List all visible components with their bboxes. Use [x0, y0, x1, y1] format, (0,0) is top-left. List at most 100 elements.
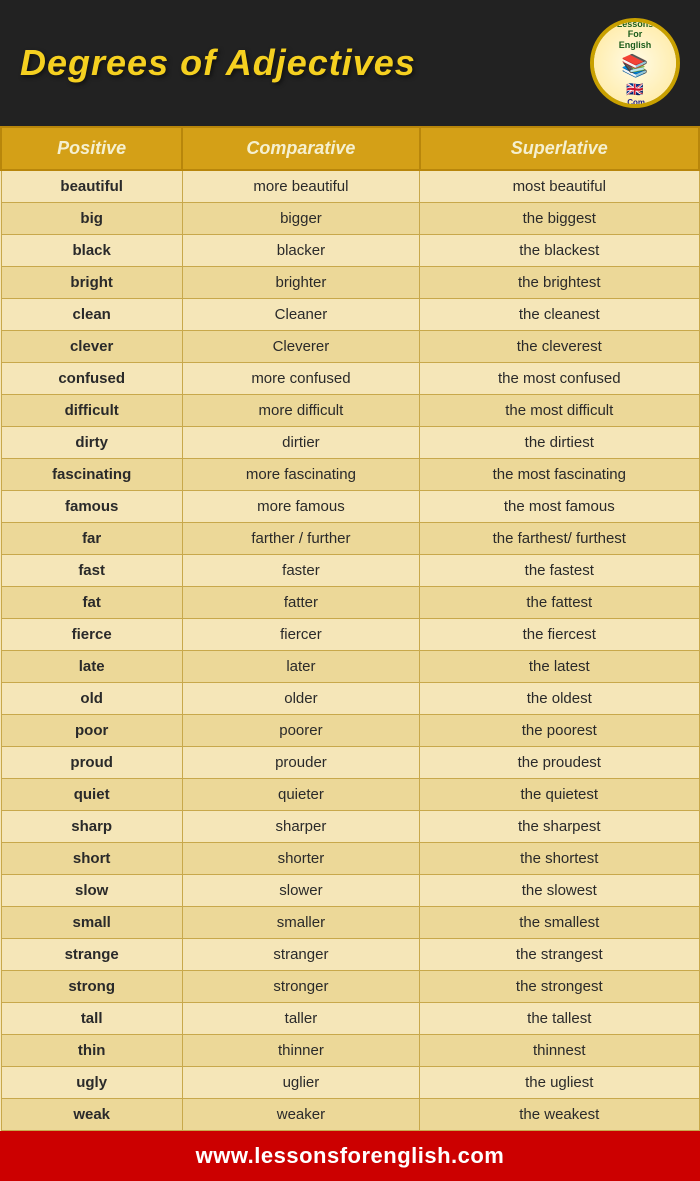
table-row: smallsmallerthe smallest: [1, 907, 699, 939]
table-row: quietquieterthe quietest: [1, 779, 699, 811]
positive-cell: fascinating: [1, 459, 182, 491]
positive-cell: fierce: [1, 619, 182, 651]
comparative-cell: faster: [182, 555, 419, 587]
superlative-cell: thinnest: [420, 1035, 699, 1067]
superlative-cell: the most difficult: [420, 395, 699, 427]
page-title: Degrees of Adjectives: [20, 42, 416, 84]
superlative-cell: the oldest: [420, 683, 699, 715]
superlative-cell: the ugliest: [420, 1067, 699, 1099]
table-row: proudprouderthe proudest: [1, 747, 699, 779]
table-wrapper: Positive Comparative Superlative beautif…: [0, 126, 700, 1131]
table-row: dirtydirtierthe dirtiest: [1, 427, 699, 459]
table-row: cleanCleanerthe cleanest: [1, 299, 699, 331]
superlative-cell: the shortest: [420, 843, 699, 875]
table-row: bigbiggerthe biggest: [1, 203, 699, 235]
table-row: fastfasterthe fastest: [1, 555, 699, 587]
comparative-cell: fatter: [182, 587, 419, 619]
superlative-cell: the most confused: [420, 363, 699, 395]
superlative-cell: most beautiful: [420, 170, 699, 203]
comparative-cell: weaker: [182, 1099, 419, 1131]
main-container: Degrees of Adjectives LessonsForEnglish …: [0, 0, 700, 1181]
superlative-cell: the strangest: [420, 939, 699, 971]
comparative-cell: Cleaner: [182, 299, 419, 331]
positive-cell: fat: [1, 587, 182, 619]
positive-cell: difficult: [1, 395, 182, 427]
comparative-cell: more fascinating: [182, 459, 419, 491]
positive-cell: weak: [1, 1099, 182, 1131]
comparative-cell: quieter: [182, 779, 419, 811]
table-row: brightbrighterthe brightest: [1, 267, 699, 299]
positive-cell: ugly: [1, 1067, 182, 1099]
superlative-cell: the cleverest: [420, 331, 699, 363]
positive-cell: dirty: [1, 427, 182, 459]
superlative-cell: the slowest: [420, 875, 699, 907]
footer: www.lessonsforenglish.com: [0, 1131, 700, 1181]
col-positive: Positive: [1, 127, 182, 170]
superlative-cell: the farthest/ furthest: [420, 523, 699, 555]
comparative-cell: later: [182, 651, 419, 683]
comparative-cell: prouder: [182, 747, 419, 779]
superlative-cell: the biggest: [420, 203, 699, 235]
logo-text-top: LessonsForEnglish: [617, 19, 654, 51]
positive-cell: old: [1, 683, 182, 715]
superlative-cell: the brightest: [420, 267, 699, 299]
superlative-cell: the most famous: [420, 491, 699, 523]
comparative-cell: blacker: [182, 235, 419, 267]
logo-text-bottom: .Com: [625, 98, 645, 108]
positive-cell: slow: [1, 875, 182, 907]
comparative-cell: stronger: [182, 971, 419, 1003]
positive-cell: famous: [1, 491, 182, 523]
comparative-cell: sharper: [182, 811, 419, 843]
table-row: strangestrangerthe strangest: [1, 939, 699, 971]
comparative-cell: more famous: [182, 491, 419, 523]
comparative-cell: bigger: [182, 203, 419, 235]
superlative-cell: the smallest: [420, 907, 699, 939]
comparative-cell: more confused: [182, 363, 419, 395]
table-body: beautifulmore beautifulmost beautifulbig…: [1, 170, 699, 1131]
superlative-cell: the quietest: [420, 779, 699, 811]
superlative-cell: the weakest: [420, 1099, 699, 1131]
superlative-cell: the poorest: [420, 715, 699, 747]
table-row: uglyuglierthe ugliest: [1, 1067, 699, 1099]
col-comparative: Comparative: [182, 127, 419, 170]
positive-cell: clean: [1, 299, 182, 331]
adjectives-table: Positive Comparative Superlative beautif…: [0, 126, 700, 1131]
table-row: thinthinnerthinnest: [1, 1035, 699, 1067]
superlative-cell: the blackest: [420, 235, 699, 267]
table-row: beautifulmore beautifulmost beautiful: [1, 170, 699, 203]
positive-cell: small: [1, 907, 182, 939]
table-row: blackblackerthe blackest: [1, 235, 699, 267]
positive-cell: quiet: [1, 779, 182, 811]
positive-cell: poor: [1, 715, 182, 747]
positive-cell: fast: [1, 555, 182, 587]
positive-cell: confused: [1, 363, 182, 395]
comparative-cell: older: [182, 683, 419, 715]
superlative-cell: the dirtiest: [420, 427, 699, 459]
positive-cell: clever: [1, 331, 182, 363]
comparative-cell: more difficult: [182, 395, 419, 427]
table-row: strongstrongerthe strongest: [1, 971, 699, 1003]
table-row: sharpsharperthe sharpest: [1, 811, 699, 843]
header: Degrees of Adjectives LessonsForEnglish …: [0, 0, 700, 126]
superlative-cell: the fastest: [420, 555, 699, 587]
comparative-cell: stranger: [182, 939, 419, 971]
books-icon: 📚: [621, 53, 648, 79]
comparative-cell: fiercer: [182, 619, 419, 651]
comparative-cell: taller: [182, 1003, 419, 1035]
positive-cell: far: [1, 523, 182, 555]
superlative-cell: the latest: [420, 651, 699, 683]
superlative-cell: the strongest: [420, 971, 699, 1003]
comparative-cell: thinner: [182, 1035, 419, 1067]
table-row: poorpoorerthe poorest: [1, 715, 699, 747]
comparative-cell: poorer: [182, 715, 419, 747]
comparative-cell: uglier: [182, 1067, 419, 1099]
comparative-cell: smaller: [182, 907, 419, 939]
superlative-cell: the cleanest: [420, 299, 699, 331]
table-row: fascinatingmore fascinatingthe most fasc…: [1, 459, 699, 491]
table-row: talltallerthe tallest: [1, 1003, 699, 1035]
positive-cell: big: [1, 203, 182, 235]
flag-icon: 🇬🇧: [626, 81, 643, 98]
positive-cell: beautiful: [1, 170, 182, 203]
table-row: cleverClevererthe cleverest: [1, 331, 699, 363]
comparative-cell: brighter: [182, 267, 419, 299]
